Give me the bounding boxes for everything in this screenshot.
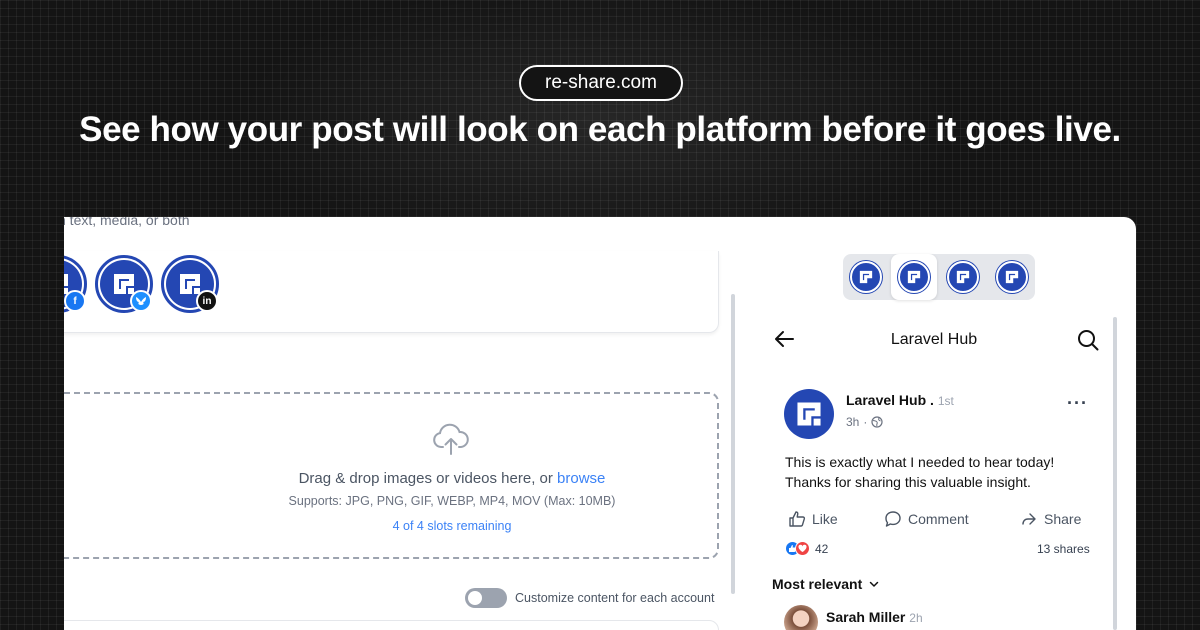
share-button[interactable]: Share: [1020, 510, 1081, 528]
account-avatar-bluesky[interactable]: [95, 255, 153, 313]
dropzone-prompt: Drag & drop images or videos here, or br…: [186, 470, 718, 487]
brand-logo-icon: [947, 261, 979, 293]
headline: See how your post will look on each plat…: [79, 110, 1121, 149]
customize-toggle-row: Customize content for each account: [465, 588, 714, 608]
post-body: This is exactly what I needed to hear to…: [785, 452, 1085, 492]
comment-icon: [885, 511, 901, 527]
comment-button[interactable]: Comment: [884, 510, 969, 528]
comment-label: Comment: [908, 511, 969, 527]
linkedin-icon: in: [196, 290, 218, 312]
thumbs-up-icon: [789, 511, 806, 527]
meta-dot: ·: [863, 415, 868, 429]
dropzone-prompt-text: Drag & drop images or videos here, or: [298, 470, 558, 487]
connection-degree: 1st: [937, 394, 954, 408]
more-options-icon[interactable]: ···: [1067, 393, 1088, 414]
share-count[interactable]: 13 shares: [1037, 542, 1090, 556]
brand-logo-icon: [797, 402, 821, 426]
media-dropzone[interactable]: Drag & drop images or videos here, or br…: [64, 392, 719, 559]
comment-author-name: Sarah Miller: [826, 609, 906, 625]
bluesky-icon: [130, 290, 152, 312]
upload-cloud-icon: [433, 423, 469, 455]
post-text-line: This is exactly what I needed to hear to…: [785, 454, 1055, 470]
preview-tab-1[interactable]: [843, 254, 889, 300]
preview-header: Laravel Hub: [769, 327, 1099, 353]
comment-author[interactable]: Sarah Miller 2h: [826, 609, 923, 625]
content-editor[interactable]: [64, 620, 719, 630]
share-label: Share: [1044, 511, 1082, 527]
browse-link[interactable]: browse: [557, 470, 605, 487]
reaction-count: 42: [815, 541, 829, 556]
supported-formats: Supports: JPG, PNG, GIF, WEBP, MP4, MOV …: [288, 494, 616, 508]
composer-hint: n text, media, or both: [64, 217, 190, 228]
account-selector: f in: [64, 251, 719, 333]
brand-logo-icon: [898, 261, 930, 293]
post-author[interactable]: Laravel Hub . 1st: [846, 392, 954, 408]
preview-account-tabs: [843, 254, 1035, 300]
comment-time: 2h: [909, 611, 923, 625]
post-meta: 3h ·: [846, 415, 883, 429]
brand-logo-icon: [996, 261, 1028, 293]
comment-sort-dropdown[interactable]: Most relevant: [772, 576, 880, 592]
commenter-avatar[interactable]: [784, 605, 818, 630]
account-avatar-facebook[interactable]: f: [64, 255, 87, 313]
app-window: n text, media, or both f in Drag & drop …: [64, 217, 1136, 630]
comment-sort-label: Most relevant: [772, 576, 863, 592]
slots-remaining: 4 of 4 slots remaining: [392, 519, 512, 533]
post-text-line: Thanks for sharing this valuable insight…: [785, 474, 1031, 490]
preview-tab-4[interactable]: [989, 254, 1035, 300]
site-badge: re-share.com: [519, 65, 683, 101]
like-button[interactable]: Like: [788, 510, 838, 528]
post-time: 3h: [846, 415, 860, 429]
preview-page-title: Laravel Hub: [890, 331, 978, 348]
site-name: re-share.com: [545, 72, 657, 93]
globe-icon: [871, 416, 883, 428]
customize-toggle[interactable]: [465, 588, 507, 608]
post-actions: Like Comment Share: [788, 508, 1118, 530]
brand-logo-icon: [850, 261, 882, 293]
preview-tab-2[interactable]: [891, 254, 937, 300]
customize-toggle-label: Customize content for each account: [515, 591, 715, 605]
post-author-name: Laravel Hub: [846, 392, 927, 408]
facebook-icon: f: [64, 290, 86, 312]
search-icon[interactable]: [1077, 329, 1099, 351]
love-reaction-icon: [795, 541, 810, 556]
like-label: Like: [812, 511, 838, 527]
account-avatar-linkedin[interactable]: in: [161, 255, 219, 313]
post-separator: .: [930, 392, 934, 408]
composer-scrollbar[interactable]: [731, 294, 735, 594]
post-author-avatar[interactable]: [784, 389, 834, 439]
chevron-down-icon: [870, 581, 879, 587]
reaction-summary[interactable]: 42: [785, 541, 828, 556]
toggle-knob: [468, 591, 482, 605]
preview-tab-3[interactable]: [940, 254, 986, 300]
share-arrow-icon: [1022, 513, 1036, 525]
preview-scrollbar[interactable]: [1113, 317, 1117, 630]
